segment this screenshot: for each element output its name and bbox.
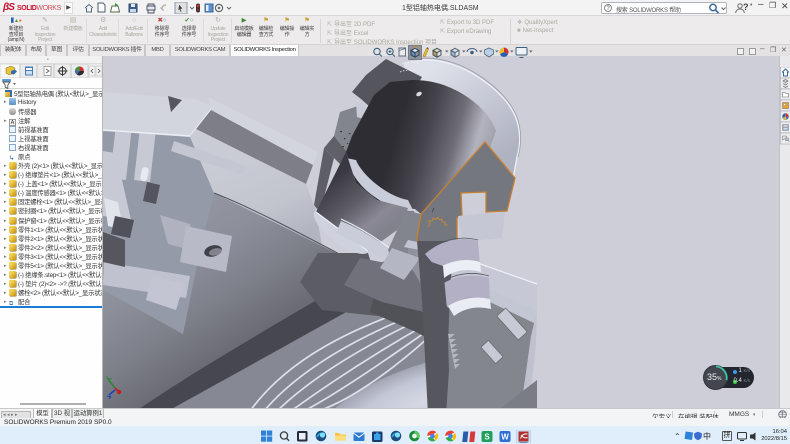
svg-text:S: S — [484, 433, 490, 442]
svg-text:W: W — [501, 433, 509, 442]
